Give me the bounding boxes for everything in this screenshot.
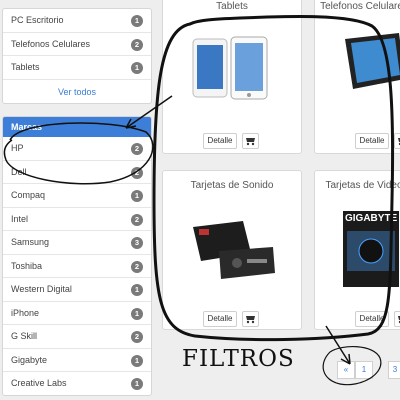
count-badge: 1 <box>131 307 143 320</box>
count-badge: 1 <box>131 284 143 296</box>
brands-header: Marcas <box>3 117 151 137</box>
product-title: Tarjetas de Sonido <box>190 180 274 191</box>
brand-label: Dell <box>11 166 27 177</box>
annotation-filtros-label: FILTROS <box>182 346 295 372</box>
count-badge: 2 <box>131 213 143 226</box>
brand-label: HP <box>11 143 24 153</box>
cart-icon <box>398 138 400 146</box>
brand-item-dell[interactable]: Dell 2 <box>3 161 151 184</box>
category-label: Tablets <box>11 62 40 72</box>
brand-label: Samsung <box>11 237 50 247</box>
count-badge: 2 <box>131 143 143 155</box>
tablet-image <box>192 36 268 100</box>
brand-label: Creative Labs <box>11 378 67 388</box>
pagination-page-1[interactable]: 1 <box>355 361 373 379</box>
brand-label: Western Digital <box>11 284 72 294</box>
count-badge: 1 <box>131 354 143 367</box>
see-all-link[interactable]: Ver todos <box>3 80 151 104</box>
detail-button[interactable]: Detalle <box>203 311 237 327</box>
brand-label: Compaq <box>11 190 46 200</box>
product-card-tablets: Tablets Detalle <box>162 0 302 154</box>
brand-item-toshiba[interactable]: Toshiba 2 <box>3 255 151 278</box>
brand-item-iphone[interactable]: iPhone 1 <box>3 302 151 325</box>
annotation-arrow-to-pager <box>325 325 351 365</box>
count-badge: 2 <box>131 166 143 179</box>
category-item-tablets[interactable]: Tablets 1 <box>3 56 151 80</box>
product-title: Tablets <box>216 1 248 12</box>
clipped-top-text <box>0 0 160 4</box>
phone-image <box>345 33 400 89</box>
add-to-cart-button[interactable] <box>242 311 259 327</box>
cart-icon <box>398 316 400 324</box>
pagination-page-3[interactable]: 3 <box>388 361 400 379</box>
detail-button[interactable]: Detalle <box>203 133 237 149</box>
count-badge: 2 <box>131 331 143 343</box>
brand-item-intel[interactable]: Intel 2 <box>3 208 151 231</box>
product-card-tarjetas-de-video: Tarjetas de Video GIGABYTE Detalle <box>314 170 400 330</box>
count-badge: 1 <box>131 15 143 27</box>
detail-button[interactable]: Detalle <box>355 311 389 327</box>
count-badge: 1 <box>131 378 143 390</box>
sound-card-image <box>193 221 275 279</box>
product-card-telefonos-celulares: Telefonos Celulares Detalle <box>314 0 400 154</box>
brand-label: Intel <box>11 213 29 224</box>
count-badge: 3 <box>131 237 143 249</box>
brand-item-compaq[interactable]: Compaq 1 <box>3 184 151 208</box>
brand-label: iPhone <box>11 307 40 318</box>
categories-panel: PC Escritorio 1 Telefonos Celulares 2 Ta… <box>2 8 152 104</box>
brand-item-creative-labs[interactable]: Creative Labs 1 <box>3 372 151 395</box>
brand-item-gigabyte[interactable]: Gigabyte 1 <box>3 349 151 372</box>
brand-item-samsung[interactable]: Samsung 3 <box>3 231 151 255</box>
brand-item-western-digital[interactable]: Western Digital 1 <box>3 278 151 302</box>
count-badge: 1 <box>131 190 143 202</box>
brand-label: Gigabyte <box>11 354 48 365</box>
category-item-telefonos-celulares[interactable]: Telefonos Celulares 2 <box>3 33 151 56</box>
add-to-cart-button[interactable] <box>394 133 400 149</box>
product-title: Tarjetas de Video <box>325 180 400 191</box>
product-title: Telefonos Celulares <box>320 1 400 12</box>
count-badge: 1 <box>131 62 143 74</box>
count-badge: 2 <box>131 38 143 51</box>
pagination-prev[interactable]: « <box>337 361 355 379</box>
brand-item-hp[interactable]: HP 2 <box>3 137 151 161</box>
brand-item-g-skill[interactable]: G Skill 2 <box>3 325 151 349</box>
category-item-pc-escritorio[interactable]: PC Escritorio 1 <box>3 9 151 33</box>
cart-icon <box>246 316 255 324</box>
category-label: PC Escritorio <box>11 15 64 25</box>
add-to-cart-button[interactable] <box>394 311 400 327</box>
brand-label: G Skill <box>11 331 38 341</box>
cart-icon <box>246 138 255 146</box>
product-card-tarjetas-de-sonido: Tarjetas de Sonido Detalle <box>162 170 302 330</box>
brand-label: Toshiba <box>11 260 43 271</box>
brand-logo-text: GIGABYTE <box>345 213 398 224</box>
add-to-cart-button[interactable] <box>242 133 259 149</box>
detail-button[interactable]: Detalle <box>355 133 389 149</box>
brands-panel: Marcas HP 2 Dell 2 Compaq 1 Intel 2 Sams… <box>2 116 152 396</box>
category-label: Telefonos Celulares <box>11 38 91 49</box>
count-badge: 2 <box>131 260 143 273</box>
